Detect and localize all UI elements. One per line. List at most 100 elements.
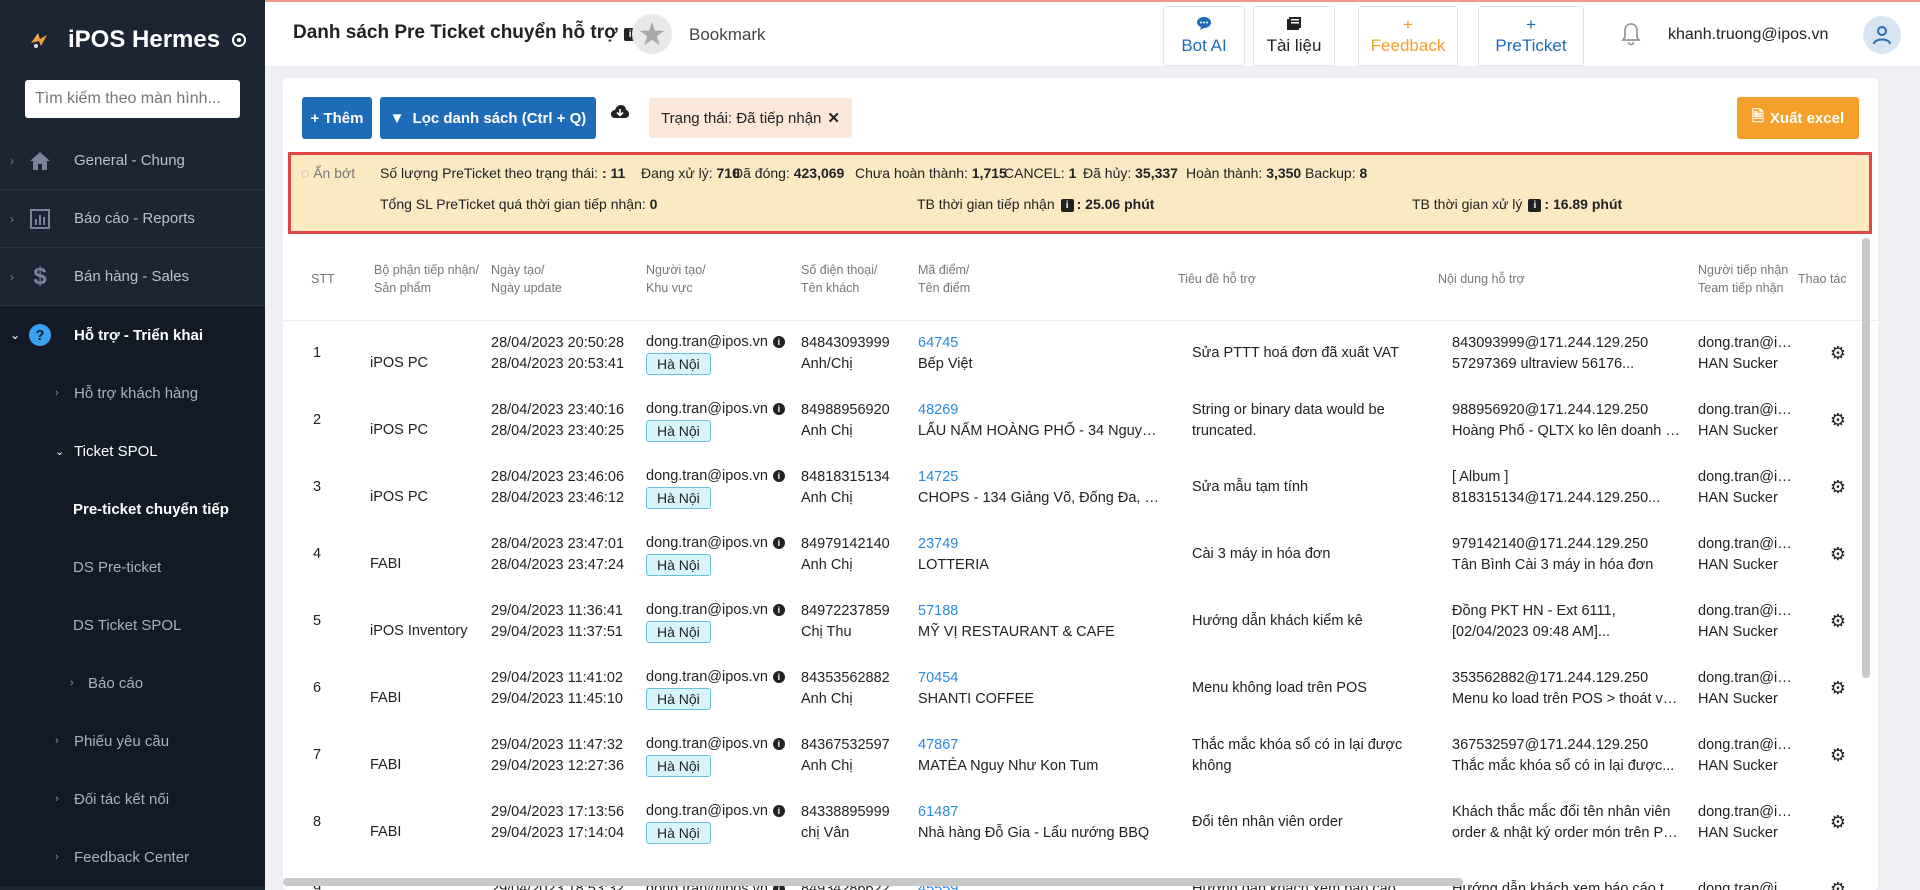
receiver-team: HAN Sucker (1698, 422, 1778, 439)
region-tag: Hà Nội (646, 754, 711, 777)
table-row[interactable]: 7 FABI 29/04/2023 11:47:32 29/04/2023 12:27… (283, 722, 1878, 789)
info-icon[interactable]: i (772, 469, 785, 482)
table-row[interactable]: 2 iPOS PC 28/04/2023 23:40:16 28/04/2023 23… (283, 387, 1878, 454)
docs-button[interactable]: Tài liệu (1253, 6, 1335, 66)
info-icon[interactable]: i (772, 804, 785, 817)
shop-code-link[interactable]: 23749 (918, 534, 1162, 555)
gear-icon[interactable]: ⚙ (1830, 745, 1846, 765)
shop-code-link[interactable]: 57188 (918, 601, 1162, 622)
status-filter-chip[interactable]: Trạng thái: Đã tiếp nhận ✕ (649, 98, 852, 138)
cell-product: FABI (361, 722, 491, 789)
sidebar-item-reports[interactable]: › Báo cáo - Reports (0, 190, 265, 248)
filter-icon: ▼ (389, 109, 405, 127)
table-row[interactable]: 3 iPOS PC 28/04/2023 23:46:06 28/04/2023 23… (283, 454, 1878, 521)
sidebar-item-customer-support[interactable]: › Hỗ trợ khách hàng (0, 364, 265, 422)
cell-title: Menu không load trên POS (1178, 655, 1438, 722)
phone-number: 84843093999 (801, 334, 890, 351)
hide-toggle[interactable]: ◌ Ẩn bớt (301, 165, 355, 181)
user-email[interactable]: khanh.truong@ipos.vn (1668, 26, 1828, 44)
sidebar-item-label: Báo cáo (88, 674, 144, 692)
cloud-download-icon[interactable] (610, 103, 630, 126)
sidebar-item-general[interactable]: › General - Chung (0, 132, 265, 190)
preticket-button[interactable]: + PreTicket (1478, 6, 1584, 66)
stat-label: Đã hủy: (1083, 165, 1132, 181)
stat-label: Đang xử lý: (641, 165, 713, 181)
cell-phone: 84818315134 Anh Chị (801, 454, 918, 521)
shop-code-link[interactable]: 70454 (918, 668, 1162, 689)
creator-line: dong.tran@ipos.vn i (646, 734, 801, 755)
shop-code-link[interactable]: 64745 (918, 333, 1162, 354)
dollar-icon: $ (33, 262, 47, 290)
feedback-button[interactable]: + Feedback (1358, 6, 1458, 66)
info-icon[interactable]: i (772, 402, 785, 415)
gear-icon[interactable]: ⚙ (1830, 879, 1846, 890)
gear-icon[interactable]: ⚙ (1830, 812, 1846, 832)
updated-date: 29/04/2023 11:37:51 (491, 623, 623, 640)
info-icon[interactable]: i (772, 737, 785, 750)
gear-icon[interactable]: ⚙ (1830, 678, 1846, 698)
product-text: iPOS PC (370, 355, 429, 372)
cell-receiver: dong.tran@ipos.vn HAN Sucker (1698, 655, 1798, 722)
shop-code-link[interactable]: 61487 (918, 802, 1162, 823)
bell-icon[interactable] (1619, 22, 1645, 48)
bookmark-label[interactable]: Bookmark (689, 25, 766, 45)
column-header-label: Ngày update (491, 280, 562, 295)
shop-code-link[interactable]: 47867 (918, 735, 1162, 756)
shop-code-link[interactable]: 48269 (918, 400, 1162, 421)
sidebar-item-partners[interactable]: › Đối tác kết nối (0, 770, 265, 828)
sidebar-item-requests[interactable]: › Phiếu yêu cầu (0, 712, 265, 770)
table-row[interactable]: 8 FABI 29/04/2023 17:13:56 29/04/2023 17:14… (283, 789, 1878, 856)
info-icon[interactable]: i (772, 335, 785, 348)
close-icon[interactable]: ✕ (827, 109, 840, 127)
sidebar-item-support[interactable]: ⌄ ? Hỗ trợ - Triển khai (0, 306, 265, 364)
shop-code-link[interactable]: 14725 (918, 467, 1162, 488)
bot-ai-button[interactable]: Bot AI (1163, 6, 1245, 66)
gear-icon[interactable]: ⚙ (1830, 343, 1846, 363)
stats-panel: ◌ Ẩn bớt Số lượng PreTicket theo trạng t… (288, 152, 1872, 234)
cell-content: Đồng PKT HN - Ext 6111, [02/04/2023 09:48… (1438, 588, 1698, 655)
gear-icon[interactable]: ⚙ (1830, 611, 1846, 631)
table-header-row: STT Bộ phận tiếp nhận/Sản phẩm Ngày tạo/Ng… (283, 238, 1878, 321)
vertical-scrollbar[interactable] (1862, 238, 1870, 678)
stat-value: 423,069 (793, 165, 845, 181)
export-excel-button[interactable]: 🗎 Xuất excel (1737, 97, 1859, 139)
sidebar-item-preticket-forward[interactable]: Pre-ticket chuyển tiếp (0, 480, 265, 538)
sidebar-item-ticket-spol[interactable]: ⌄ Ticket SPOL (0, 422, 265, 480)
avatar[interactable] (1863, 16, 1901, 54)
table-row[interactable]: 5 iPOS Inventory 29/04/2023 11:36:41 29/04/… (283, 588, 1878, 655)
column-header-label: Ngày tạo/ (491, 262, 545, 277)
bookmark-star-icon[interactable]: ★ (632, 14, 672, 54)
receiver-team: HAN Sucker (1698, 623, 1778, 640)
cell-content: 353562882@171.244.129.250 Menu ko load tr… (1438, 655, 1698, 722)
sidebar-item-feedback-center[interactable]: › Feedback Center (0, 828, 265, 886)
table-row[interactable]: 4 FABI 28/04/2023 23:47:01 28/04/2023 23:47… (283, 521, 1878, 588)
table-row[interactable]: 6 FABI 29/04/2023 11:41:02 29/04/2023 11:45… (283, 655, 1878, 722)
table-row[interactable]: 1 iPOS PC 28/04/2023 20:50:28 28/04/2023 20… (283, 320, 1878, 387)
sidebar-item-reports-sub[interactable]: › Báo cáo (0, 654, 265, 712)
gear-icon[interactable]: ⚙ (1830, 544, 1846, 564)
column-header-label: Người tạo/ (646, 262, 706, 277)
horizontal-scrollbar[interactable] (283, 878, 1463, 886)
status-dot-icon[interactable] (232, 33, 247, 47)
sidebar-item-ds-ticket-spol[interactable]: DS Ticket SPOL (0, 596, 265, 654)
sidebar-item-sales[interactable]: › $ Bán hàng - Sales (0, 248, 265, 306)
customer-name: Anh/Chị (801, 355, 853, 372)
shop-name: Bếp Việt (918, 355, 973, 372)
content-line: 818315134@171.244.129.250... (1452, 489, 1661, 506)
info-icon[interactable]: i (1528, 199, 1542, 212)
chevron-right-icon: › (55, 793, 59, 805)
column-header-label: Team tiếp nhận (1698, 280, 1784, 295)
info-icon[interactable]: i (772, 603, 785, 616)
info-icon[interactable]: i (772, 536, 785, 549)
title-line: không (1192, 757, 1232, 774)
info-icon[interactable]: i (1060, 199, 1074, 212)
sidebar-item-ds-preticket[interactable]: DS Pre-ticket (0, 538, 265, 596)
add-button[interactable]: + Thêm (302, 97, 372, 139)
sidebar-search-input[interactable] (25, 80, 240, 118)
stat-value: : 11 (601, 165, 626, 181)
filter-button[interactable]: ▼ Lọc danh sách (Ctrl + Q) (380, 97, 596, 139)
gear-icon[interactable]: ⚙ (1830, 477, 1846, 497)
gear-icon[interactable]: ⚙ (1830, 410, 1846, 430)
info-icon[interactable]: i (772, 670, 785, 683)
cell-product: iPOS PC (361, 454, 491, 521)
